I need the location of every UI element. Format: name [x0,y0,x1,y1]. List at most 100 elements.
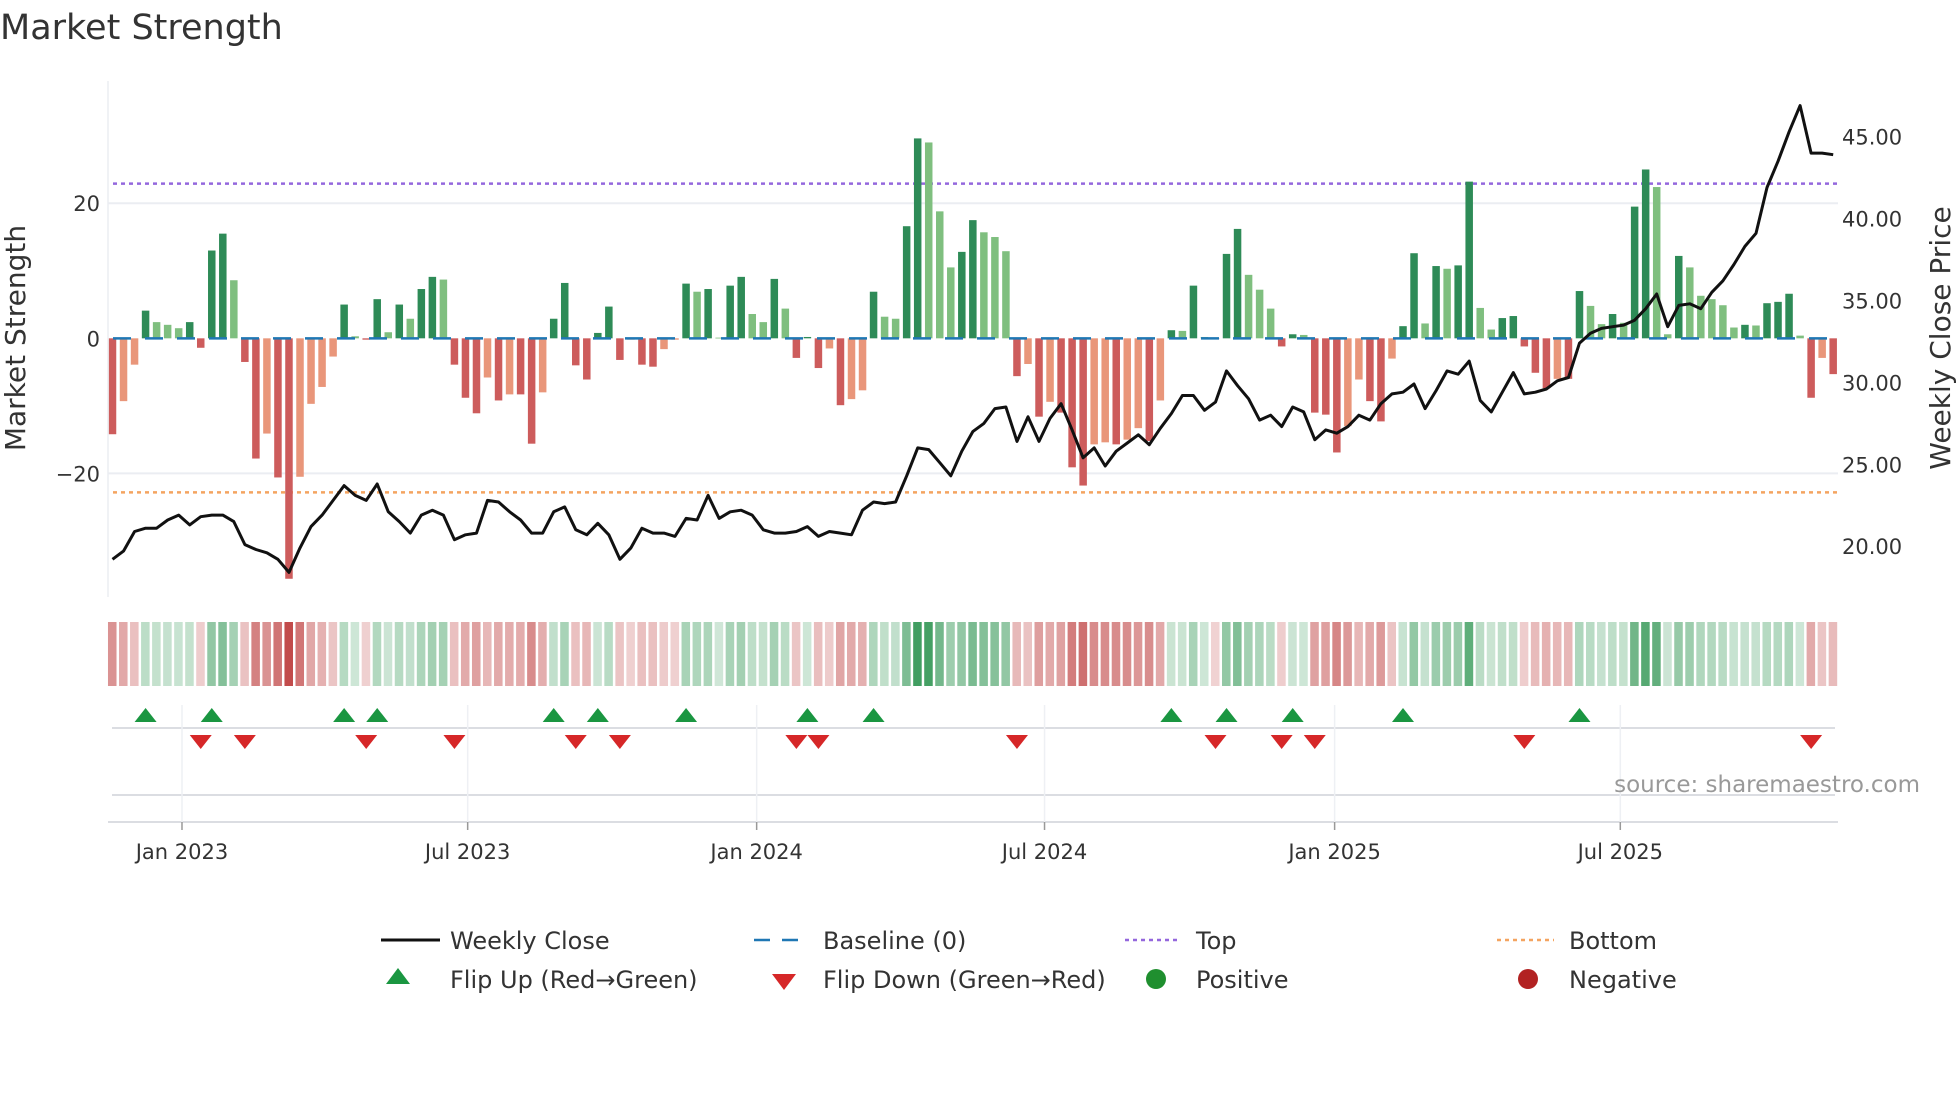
strength-bar [549,318,558,339]
strength-bar [1487,329,1495,339]
strength-bar [737,276,745,339]
heat-cell [1067,622,1077,686]
strength-bar [924,142,933,339]
heat-cell [1299,622,1308,686]
flip-down-marker [189,735,212,749]
heat-cell [703,622,713,686]
heat-cell [1045,622,1055,686]
heat-cell [1552,622,1562,686]
heat-cell [1288,622,1297,686]
heat-cell [736,622,746,686]
heat-cell [990,622,999,686]
heat-cell [1740,622,1749,686]
strength-bar [406,318,415,339]
strength-bar [263,338,271,434]
heat-cell [1608,622,1617,686]
strength-bar [141,310,150,339]
heat-cell [107,622,117,686]
flip-down-marker [233,735,256,749]
heat-cell [1034,622,1044,686]
x-axis-ticks: Jan 2023 Jul 2023 Jan 2024 Jul 2024 Jan 2025… [108,705,1838,864]
heat-cell [1321,622,1330,686]
heat-cell [262,622,271,686]
x-tick-label: Jan 2023 [134,840,229,864]
heat-cell [968,622,977,686]
heat-cell [802,622,812,686]
strength-bar [185,322,194,339]
legend-bottom: Bottom [1569,927,1657,955]
heat-cell [1806,622,1816,686]
heat-cell [780,622,790,686]
legend-flip-down: Flip Down (Green→Red) [823,966,1106,994]
strength-bar [1597,324,1606,339]
strength-bars [108,138,1837,579]
strength-bar [1222,253,1231,339]
strength-bar [1542,338,1551,389]
flip-down-marker [1270,735,1293,749]
strength-bar [439,279,448,339]
strength-bar [660,338,668,350]
strength-bar [1829,338,1837,375]
strength-bar [902,226,911,339]
heat-cell [229,622,238,686]
heat-cell [1817,622,1827,686]
strength-bar [958,251,966,339]
flip-down-marker [608,735,631,749]
heat-cell [1563,622,1573,686]
heat-cell [846,622,856,686]
strength-bar [770,278,779,339]
y2-axis-label: Weekly Close Price [1924,206,1957,469]
y2-tick-label: 45.00 [1842,126,1902,150]
strength-bar [1675,255,1683,339]
heat-cell [1663,622,1672,686]
strength-bar [274,338,282,478]
heat-cell [593,622,602,686]
heat-cell [637,622,646,686]
heat-cell [1233,622,1242,686]
strength-bar [461,338,470,398]
strength-bar [1575,291,1584,339]
heat-cell [725,622,735,686]
strength-bar [329,338,337,357]
flip-up-marker [796,708,819,722]
heat-cell [1795,622,1805,686]
heat-cell [174,622,183,686]
y2-tick-label: 40.00 [1842,208,1902,232]
heat-cell [438,622,448,686]
heat-cell [1222,622,1231,686]
heat-cell [460,622,470,686]
heat-cell [306,622,316,686]
strength-bar [583,338,591,380]
strength-bar [516,338,525,395]
strength-bar [1730,327,1738,339]
strength-bar [1002,251,1010,339]
heat-cell [218,622,227,686]
strength-bar [1553,338,1562,379]
strength-bar [1763,303,1771,339]
heat-cell [1674,622,1683,686]
heat-cell [791,622,801,686]
strength-bar [560,282,569,339]
heat-cell [1177,622,1187,686]
strength-bar [1498,318,1507,339]
heat-cell [185,622,194,686]
heat-cell [1773,622,1783,686]
strength-bar [1344,338,1352,427]
strength-bar [119,338,128,402]
flip-down-marker [785,735,808,749]
strength-bar [241,338,249,362]
strength-bar [1035,338,1043,417]
strength-bar [1333,338,1341,453]
strength-bar [1311,338,1319,413]
strength-bar [395,304,404,339]
heat-cell [880,622,889,686]
heat-cell [670,622,680,686]
heat-cell [119,622,128,686]
strength-bar [1443,268,1451,339]
strength-bar [1388,338,1396,359]
strength-bar [1101,338,1109,443]
heat-cell [394,622,404,686]
heat-cell [1652,622,1661,686]
heat-cell [416,622,426,686]
heat-cell [1828,622,1838,686]
